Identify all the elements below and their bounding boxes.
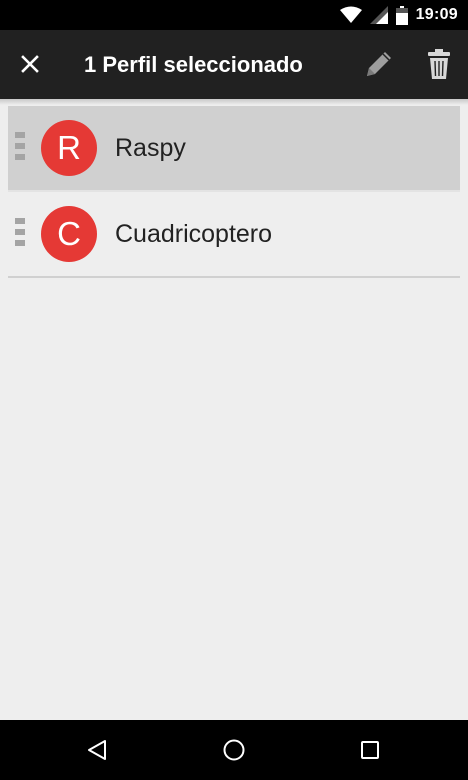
list-item[interactable]: C Cuadricoptero — [8, 192, 460, 278]
recents-button[interactable] — [338, 730, 402, 770]
profile-name: Cuadricoptero — [115, 220, 273, 248]
profile-list: R Raspy C Cuadricoptero — [8, 106, 460, 278]
home-button[interactable] — [202, 730, 266, 770]
status-time: 19:09 — [415, 6, 458, 23]
selection-title: 1 Perfil seleccionado — [84, 52, 303, 77]
battery-icon — [395, 5, 408, 25]
recents-icon — [361, 741, 379, 759]
status-icons: 19:09 — [339, 0, 458, 30]
action-bar-shadow — [0, 99, 468, 105]
drag-handle-icon[interactable] — [15, 218, 27, 250]
close-icon — [21, 55, 39, 73]
back-button[interactable] — [65, 730, 129, 770]
back-icon — [88, 740, 106, 760]
wifi-icon — [339, 6, 362, 23]
avatar: C — [41, 206, 97, 262]
edit-button[interactable] — [356, 42, 402, 86]
status-bar: 19:09 — [0, 0, 468, 30]
pencil-icon — [367, 52, 391, 76]
close-selection-button[interactable] — [8, 42, 52, 86]
list-item[interactable]: R Raspy — [8, 106, 460, 192]
navigation-bar — [0, 720, 468, 780]
delete-button[interactable] — [416, 42, 462, 86]
home-icon — [223, 739, 245, 761]
contextual-action-bar: 1 Perfil seleccionado — [0, 30, 468, 99]
cell-signal-icon — [369, 6, 388, 24]
avatar: R — [41, 120, 97, 176]
profile-name: Raspy — [115, 134, 186, 162]
drag-handle-icon[interactable] — [15, 132, 27, 164]
trash-icon — [428, 49, 450, 79]
